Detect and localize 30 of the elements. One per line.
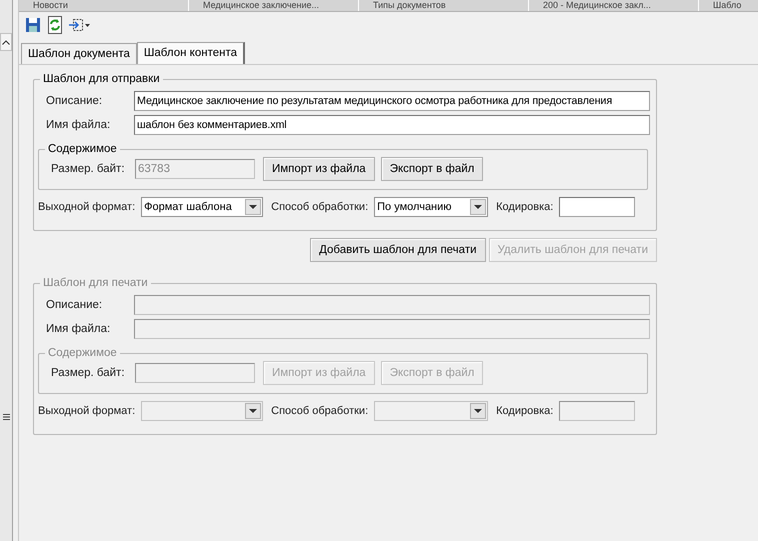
description-field[interactable]: Медицинское заключение по результатам медицинского осмотра работника для предоставления bbox=[134, 91, 650, 111]
output-format-dropdown[interactable]: Формат шаблона bbox=[141, 197, 264, 217]
field-label: Выходной формат: bbox=[38, 405, 136, 417]
document-tab[interactable]: Шабло bbox=[699, 0, 758, 11]
field-label: Имя файла: bbox=[45, 119, 112, 131]
field-label: Размер. байт: bbox=[50, 367, 126, 379]
tab[interactable]: Шаблон документа bbox=[21, 43, 137, 64]
field-label: Размер. байт: bbox=[50, 163, 126, 175]
document-tab[interactable]: Типы документов bbox=[359, 0, 529, 11]
group-title: Шаблон для печати bbox=[42, 277, 149, 289]
document-tab[interactable]: 200 - Медицинское закл... bbox=[529, 0, 699, 11]
export-button[interactable]: Экспорт в файл bbox=[380, 157, 484, 181]
field-label: Описание: bbox=[45, 95, 104, 107]
field-label: Описание: bbox=[45, 299, 104, 311]
group-title: Содержимое bbox=[47, 347, 118, 359]
document-tab[interactable]: Новости bbox=[19, 0, 189, 11]
import-button[interactable]: Импорт из файла bbox=[263, 157, 375, 181]
tab[interactable]: Шаблон контента bbox=[136, 42, 245, 65]
processing-dropdown[interactable]: По умолчанию bbox=[374, 197, 488, 217]
document-tab[interactable]: Медицинское заключение... bbox=[189, 0, 359, 11]
file-name-field[interactable]: шаблон без комментариев.xml bbox=[134, 115, 650, 135]
field-label: Кодировка: bbox=[496, 405, 554, 417]
group-title: Содержимое bbox=[47, 143, 118, 155]
field-label: Имя файла: bbox=[45, 323, 112, 335]
add-print-template-button[interactable]: Добавить шаблон для печати bbox=[310, 238, 486, 262]
field-label: Способ обработки: bbox=[271, 201, 368, 213]
group-title: Шаблон для отправки bbox=[42, 73, 161, 85]
field-label: Выходной формат: bbox=[38, 201, 136, 213]
field-label: Кодировка: bbox=[496, 201, 554, 213]
field-label: Способ обработки: bbox=[271, 405, 368, 417]
